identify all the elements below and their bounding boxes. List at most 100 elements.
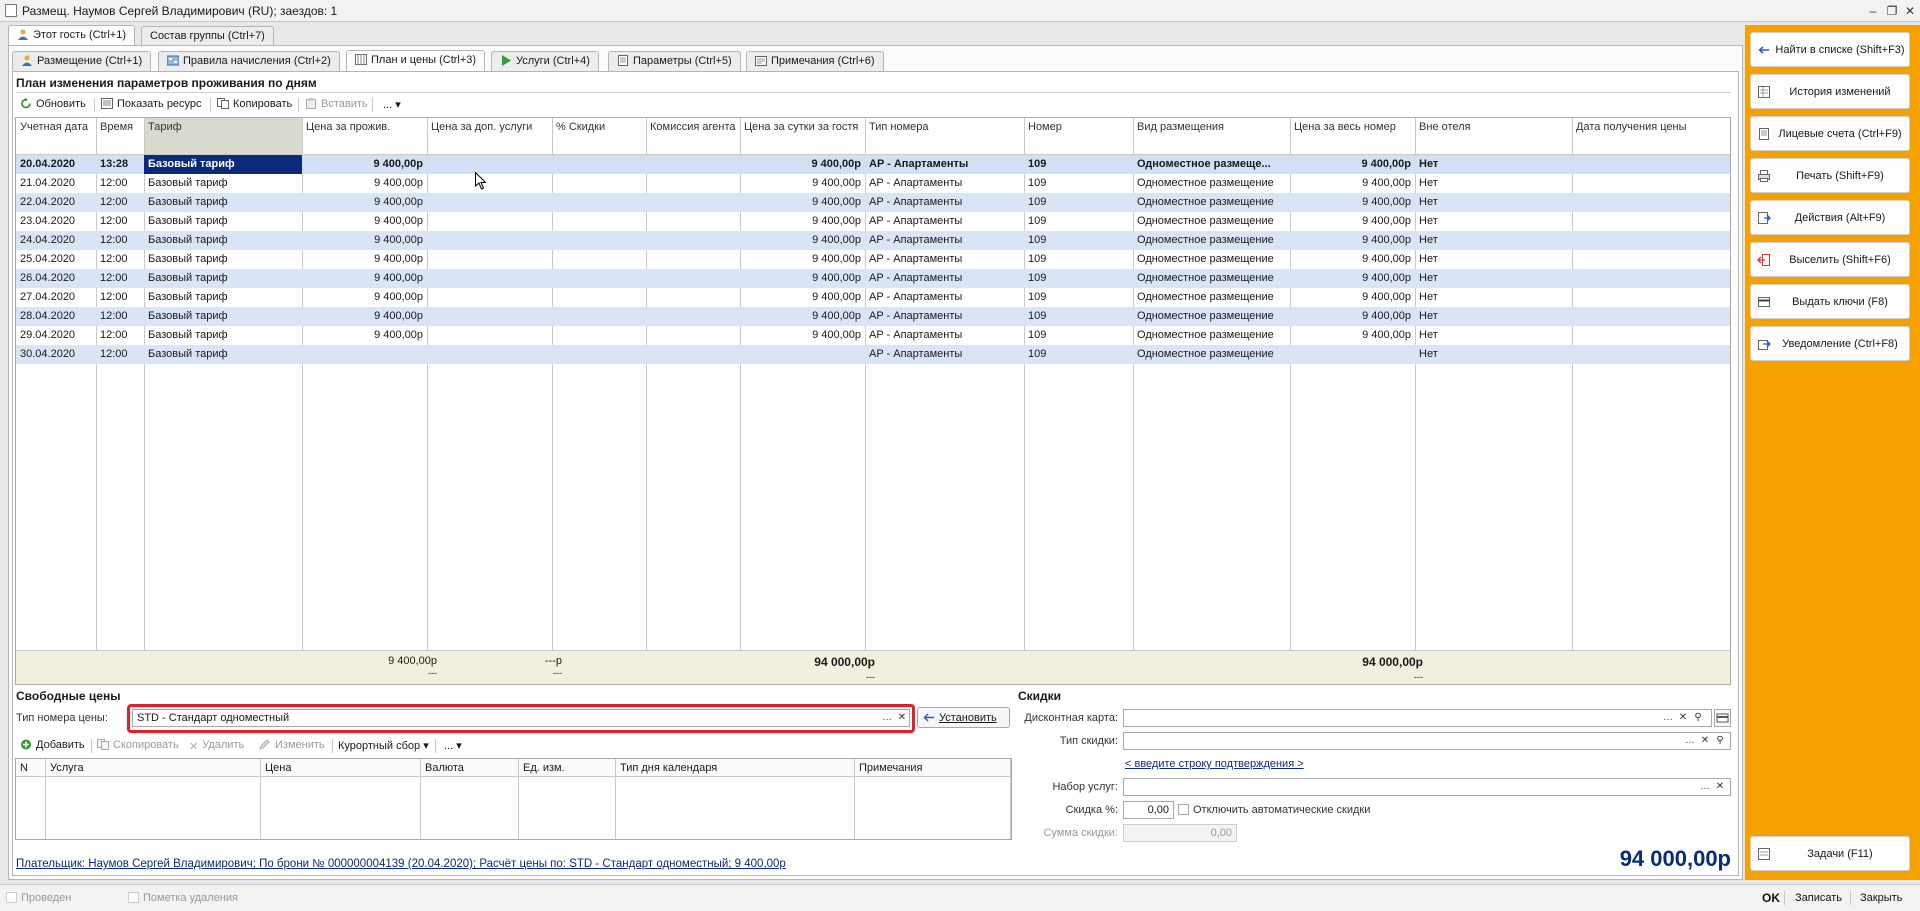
actions-button[interactable]: Действия (Alt+F9) (1750, 200, 1910, 235)
resort-fee-button[interactable]: Курортный сбор ▾ (338, 739, 429, 752)
ok-button[interactable]: OK (1762, 891, 1780, 905)
table-row[interactable]: 28.04.2020 12:00 Базовый тариф 9 400,00р 9 4… (16, 307, 1730, 326)
table-row[interactable]: 24.04.2020 12:00 Базовый тариф 9 400,00р 9 4… (16, 231, 1730, 250)
table-cell (552, 250, 646, 269)
table-cell: 9 400,00р (812, 234, 861, 246)
toolbar-separator (332, 739, 333, 753)
column-header-outside-hotel[interactable]: Вне отеля (1415, 118, 1572, 155)
column-header-room-price[interactable]: Цена за весь номер (1290, 118, 1415, 155)
tasks-button[interactable]: Задачи (F11) (1750, 836, 1910, 871)
issue-keys-button[interactable]: Выдать ключи (F8) (1750, 284, 1910, 319)
clear-icon[interactable]: ✕ (895, 711, 909, 725)
table-cell: AP - Апартаменты (869, 272, 963, 284)
delete-service-button[interactable]: ✕ Удалить (189, 739, 244, 753)
personal-accounts-button[interactable]: Лицевые счета (Ctrl+F9) (1750, 116, 1910, 151)
clear-icon[interactable]: ✕ (1698, 734, 1712, 748)
table-row[interactable]: 26.04.2020 12:00 Базовый тариф 9 400,00р 9 4… (16, 269, 1730, 288)
column-header-unit[interactable]: Ед. изм. (519, 759, 616, 777)
notification-button[interactable]: Уведомление (Ctrl+F8) (1750, 326, 1910, 361)
search-icon[interactable]: ⚲ (1691, 711, 1705, 725)
change-history-button[interactable]: История изменений (1750, 74, 1910, 109)
dropdown-arrow-icon: ▾ (395, 99, 401, 111)
add-service-button[interactable]: Добавить (20, 739, 85, 751)
tab-accrual-rules[interactable]: Правила начисления (Ctrl+2) (158, 51, 340, 71)
table-row[interactable]: 23.04.2020 12:00 Базовый тариф 9 400,00р 9 4… (16, 212, 1730, 231)
discount-type-input[interactable] (1123, 732, 1731, 750)
clear-icon[interactable]: ✕ (1713, 780, 1727, 794)
table-cell: Нет (1419, 329, 1438, 341)
tab-services[interactable]: Услуги (Ctrl+4) (491, 51, 599, 71)
tab-parameters[interactable]: Параметры (Ctrl+5) (608, 51, 741, 71)
select-icon[interactable]: … (880, 711, 894, 725)
refresh-button[interactable]: Обновить (20, 98, 86, 110)
auto-discount-toggle[interactable]: Отключить автоматические скидки (1178, 804, 1370, 816)
table-row[interactable]: 25.04.2020 12:00 Базовый тариф 9 400,00р 9 4… (16, 250, 1730, 269)
plan-grid[interactable]: Учетная дата Время Тариф Цена за прожив. Цен… (15, 117, 1731, 685)
print-button[interactable]: Печать (Shift+F9) (1750, 158, 1910, 193)
select-icon[interactable]: … (1698, 780, 1712, 794)
app-icon (5, 4, 17, 17)
close-icon[interactable]: ✕ (1902, 3, 1918, 19)
confirm-string-link[interactable]: < введите строку подтверждения > (1125, 758, 1304, 770)
column-header-daily-price-per-guest[interactable]: Цена за сутки за гостя (740, 118, 865, 155)
column-header-agent-commission[interactable]: Комиссия агента (646, 118, 740, 155)
column-header-price-date[interactable]: Дата получения цены (1572, 118, 1730, 155)
checkbox[interactable] (1178, 804, 1189, 815)
tab-placement[interactable]: Размещение (Ctrl+1) (12, 51, 152, 71)
restore-icon[interactable]: ❐ (1884, 3, 1900, 19)
more-menu-button[interactable]: ... ▾ (383, 98, 401, 111)
column-header-notes[interactable]: Примечания (855, 759, 1011, 777)
tab-group-composition[interactable]: Состав группы (Ctrl+7) (141, 26, 274, 45)
tab-this-guest[interactable]: Этот гость (Ctrl+1) (8, 25, 135, 46)
column-header-room-number[interactable]: Номер (1024, 118, 1133, 155)
services-grid[interactable]: N Услуга Цена Валюта Ед. изм. Тип дня календа… (15, 758, 1012, 840)
table-cell: Одноместное размещение (1137, 253, 1274, 265)
column-header-price[interactable]: Цена (261, 759, 421, 777)
set-button[interactable]: Установить (917, 707, 1010, 728)
check-out-button[interactable]: Выселить (Shift+F6) (1750, 242, 1910, 277)
table-row[interactable]: 20.04.2020 13:28 Базовый тариф 9 400,00р 9 4… (16, 155, 1730, 174)
column-header-extra-services-price[interactable]: Цена за доп. услуги (427, 118, 552, 155)
table-row[interactable]: 21.04.2020 12:00 Базовый тариф 9 400,00р 9 4… (16, 174, 1730, 193)
table-row[interactable]: 22.04.2020 12:00 Базовый тариф 9 400,00р 9 4… (16, 193, 1730, 212)
card-reader-icon[interactable] (1714, 709, 1731, 727)
search-icon[interactable]: ⚲ (1713, 734, 1727, 748)
column-header-accommodation-type[interactable]: Вид размещения (1133, 118, 1290, 155)
room-type-input[interactable]: STD - Стандарт одноместный (132, 709, 910, 727)
find-in-list-button[interactable]: Найти в списке (Shift+F3) (1750, 32, 1910, 67)
tab-notes[interactable]: Примечания (Ctrl+6) (746, 51, 884, 71)
payer-summary-link[interactable]: Плательщик: Наумов Сергей Владимирович; … (16, 858, 786, 870)
copy-button[interactable]: Копировать (217, 98, 292, 110)
column-header-stay-price[interactable]: Цена за прожив. (302, 118, 427, 155)
table-cell: 109 (1028, 177, 1047, 189)
minimize-icon[interactable]: – (1865, 3, 1881, 19)
edit-service-button[interactable]: Изменить (259, 739, 325, 751)
column-header-time[interactable]: Время (96, 118, 144, 155)
column-header-discount-percent[interactable]: % Скидки (552, 118, 646, 155)
column-header-currency[interactable]: Валюта (421, 759, 519, 777)
services-more-button[interactable]: ... ▾ (444, 739, 462, 752)
copy-service-button[interactable]: Скопировать (97, 739, 179, 751)
tab-plan-and-prices[interactable]: План и цены (Ctrl+3) (346, 50, 486, 72)
table-row[interactable]: 30.04.2020 12:00 Базовый тариф AP - Апартам… (16, 345, 1730, 364)
table-cell: 9 400,00р (374, 253, 423, 265)
select-icon[interactable]: … (1683, 734, 1697, 748)
column-header-accounting-date[interactable]: Учетная дата (16, 118, 96, 155)
column-header-tariff[interactable]: Тариф (144, 118, 302, 155)
close-button[interactable]: Закрыть (1860, 892, 1902, 904)
show-resource-button[interactable]: Показать ресурс (101, 98, 202, 110)
service-set-input[interactable] (1123, 778, 1731, 796)
table-row[interactable]: 27.04.2020 12:00 Базовый тариф 9 400,00р 9 4… (16, 288, 1730, 307)
discount-percent-input[interactable]: 0,00 (1123, 801, 1174, 819)
column-header-room-type[interactable]: Тип номера (865, 118, 1024, 155)
discount-card-input[interactable] (1123, 709, 1712, 727)
paste-button[interactable]: Вставить (305, 98, 368, 110)
table-row[interactable]: 29.04.2020 12:00 Базовый тариф 9 400,00р 9 4… (16, 326, 1730, 345)
column-header-calendar-day-type[interactable]: Тип дня календаря (616, 759, 855, 777)
table-cell (552, 269, 646, 288)
save-button[interactable]: Записать (1795, 892, 1842, 904)
column-header-n[interactable]: N (16, 759, 46, 777)
column-header-service[interactable]: Услуга (46, 759, 261, 777)
clear-icon[interactable]: ✕ (1676, 711, 1690, 725)
select-icon[interactable]: … (1661, 711, 1675, 725)
